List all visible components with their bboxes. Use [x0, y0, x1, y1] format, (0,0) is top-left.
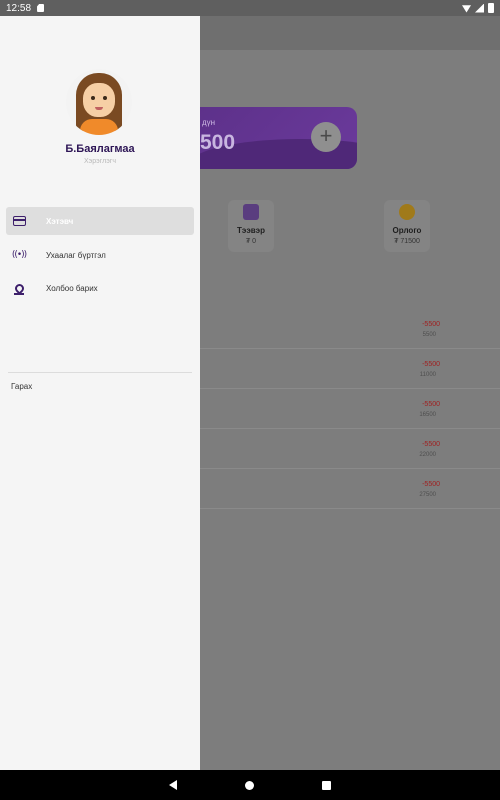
- list-item[interactable]: -5500 22000: [200, 429, 500, 469]
- recents-icon[interactable]: [322, 780, 331, 790]
- wallet-icon: [12, 214, 26, 228]
- avatar-eye: [103, 96, 107, 100]
- balance-value: 500: [200, 131, 236, 154]
- transaction-total: 16500: [419, 412, 436, 418]
- menu-item-wallet[interactable]: Хэтэвч: [6, 207, 194, 235]
- menu-item-contact[interactable]: Холбоо барих: [6, 274, 194, 302]
- signal-icon: [475, 3, 484, 13]
- menu-item-smart-registration[interactable]: ((•)) Ухаалаг бүртгэл: [6, 241, 194, 269]
- home-icon[interactable]: [245, 780, 254, 790]
- transaction-total: 22000: [419, 452, 436, 458]
- logout-button[interactable]: Гарах: [11, 382, 32, 391]
- tile-label: Орлого: [392, 226, 422, 235]
- avatar-eye: [91, 96, 95, 100]
- transaction-total: 27500: [419, 492, 436, 498]
- location-pin-icon: [12, 281, 26, 295]
- transaction-amount: -5500: [422, 401, 440, 408]
- nfc-icon: ((•)): [11, 250, 27, 260]
- transaction-amount: -5500: [422, 481, 440, 488]
- sd-card-icon: [37, 4, 45, 12]
- tile-value: ₮ 71500: [394, 238, 420, 245]
- status-icons: [462, 3, 494, 13]
- avatar-shirt: [80, 119, 118, 135]
- tile-value: ₮ 0: [245, 238, 257, 245]
- back-icon[interactable]: [169, 780, 177, 790]
- divider: [8, 372, 192, 373]
- transaction-amount: -5500: [422, 321, 440, 328]
- avatar: [66, 69, 132, 135]
- system-nav-bar: [0, 770, 500, 800]
- status-time: 12:58: [6, 2, 32, 14]
- tile-label: Тээвэр: [237, 226, 265, 235]
- transaction-amount: -5500: [422, 441, 440, 448]
- list-item[interactable]: -5500 5500: [200, 309, 500, 349]
- menu-item-label: Ухаалаг бүртгэл: [46, 250, 106, 260]
- menu-item-label: Холбоо барих: [46, 283, 98, 293]
- list-item[interactable]: -5500 27500: [200, 469, 500, 509]
- list-item[interactable]: -5500 11000: [200, 349, 500, 389]
- receipt-icon: [243, 204, 259, 220]
- status-bar: 12:58: [0, 0, 500, 16]
- wifi-icon: [462, 5, 471, 13]
- user-name: Б.Баялагмаа: [65, 143, 135, 155]
- user-role: Хэрэглэгч: [84, 158, 116, 165]
- tile-transport[interactable]: Тээвэр ₮ 0: [228, 200, 274, 252]
- add-button[interactable]: +: [311, 122, 341, 152]
- avatar-face: [83, 83, 115, 117]
- balance-label: дүн: [202, 118, 216, 127]
- transaction-total: 5500: [422, 332, 436, 338]
- screen: 12:58 дүн 500 + Тээвэр ₮ 0 Орлого ₮ 7150…: [0, 0, 500, 800]
- transaction-amount: -5500: [422, 361, 440, 368]
- navigation-drawer: Б.Баялагмаа Хэрэглэгч Хэтэвч ((•)) Ухаал…: [0, 16, 200, 770]
- coin-icon: [399, 204, 415, 220]
- menu-item-label: Хэтэвч: [46, 216, 74, 226]
- transaction-total: 11000: [419, 372, 436, 378]
- tile-income[interactable]: Орлого ₮ 71500: [384, 200, 430, 252]
- list-item[interactable]: -5500 16500: [200, 389, 500, 429]
- battery-icon: [488, 3, 494, 13]
